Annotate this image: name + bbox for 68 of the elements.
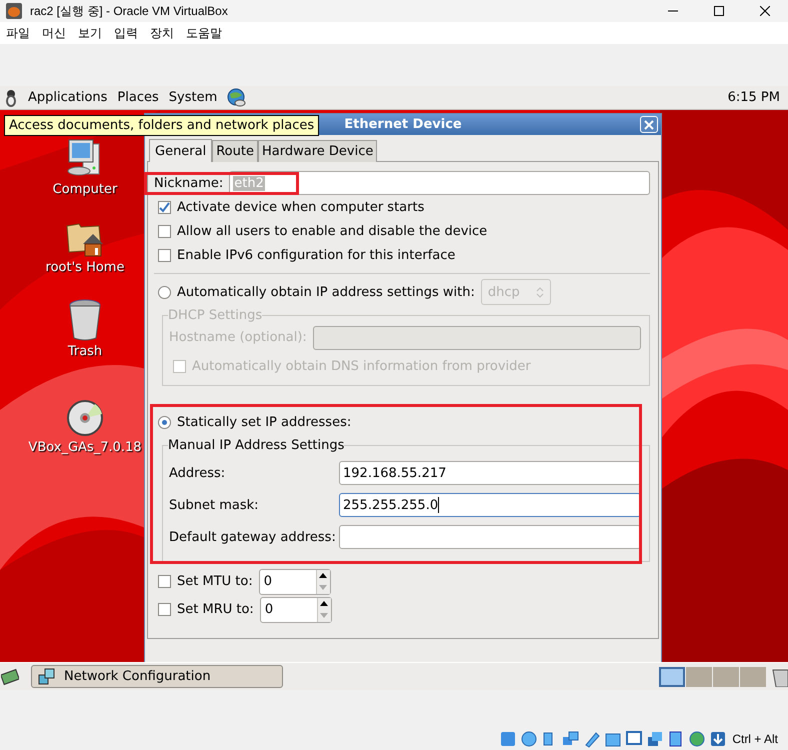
field-label: Nickname:	[154, 176, 224, 191]
menu-item[interactable]: 도움말	[182, 22, 230, 44]
checkbox-label: Allow all users to enable and disable the device	[177, 224, 488, 239]
checkbox[interactable]	[158, 201, 171, 214]
dialog-title: Ethernet Device	[344, 117, 462, 132]
show-desktop-icon[interactable]	[1, 668, 19, 686]
window-title: rac2 [실행 중] - Oracle VM VirtualBox	[30, 2, 229, 20]
spin-field[interactable]: 0	[258, 568, 331, 595]
maximize-icon	[714, 6, 724, 16]
field-label: Hostname (optional):	[169, 330, 307, 346]
radio-button[interactable]	[158, 286, 171, 299]
network-icon[interactable]	[562, 730, 580, 748]
tab[interactable]: Route	[212, 140, 258, 162]
close-icon	[760, 6, 770, 16]
taskbar-button[interactable]: Network Configuration	[31, 665, 283, 688]
icon-label[interactable]: root's Home	[46, 260, 124, 275]
checkbox-label: Enable IPv6 configuration for this interface	[177, 248, 456, 263]
field-label: Default gateway address:	[169, 530, 337, 545]
tab[interactable]: General	[149, 139, 212, 162]
up-arrow-icon[interactable]	[319, 573, 328, 578]
penguin-icon[interactable]	[4, 88, 18, 106]
app-icon	[6, 3, 22, 19]
checkbox[interactable]	[158, 603, 171, 616]
tooltip: Access documents, folders and network places	[4, 115, 320, 136]
spin-field[interactable]: 0	[260, 596, 332, 623]
spinner-arrows-icon	[536, 286, 544, 298]
checkbox[interactable]	[158, 248, 171, 262]
checkbox-label: Activate device when computer starts	[177, 200, 424, 216]
menu-item[interactable]: 머신	[38, 22, 74, 44]
group-title: DHCP Settings	[168, 308, 262, 323]
trash-icon[interactable]	[67, 298, 103, 342]
clock[interactable]: 6:15 PM	[728, 90, 782, 105]
icon-label[interactable]: Computer	[52, 182, 118, 197]
tab[interactable]: Hardware Device	[258, 140, 378, 162]
display-icon[interactable]	[625, 730, 644, 748]
ip-field[interactable]: 192.168.55.217	[339, 461, 641, 486]
menu-item[interactable]: 장치	[146, 22, 182, 44]
workspace-button[interactable]	[659, 666, 685, 686]
radio-label: Automatically obtain IP address settings with:	[177, 284, 475, 300]
checkbox[interactable]	[158, 575, 171, 588]
checkbox-label: Set MTU to:	[177, 574, 253, 590]
icon-label[interactable]: VBox_GAs_7.0.18	[28, 440, 142, 455]
disc-icon[interactable]	[65, 398, 105, 438]
windows-icon[interactable]	[646, 730, 664, 748]
network-icon	[38, 668, 56, 686]
radio-label: Statically set IP addresses:	[177, 415, 352, 430]
group-title: Manual IP Address Settings	[168, 438, 344, 454]
up-arrow-icon[interactable]	[320, 601, 328, 606]
icon-label[interactable]: Trash	[68, 344, 102, 359]
close-icon	[644, 120, 654, 130]
ip-field[interactable]	[339, 525, 641, 550]
radio-button[interactable]	[158, 416, 171, 430]
field-label: Subnet mask:	[169, 498, 260, 513]
menu-item[interactable]: 보기	[74, 22, 110, 44]
panel-menu[interactable]: Applications	[28, 90, 108, 105]
menu-item[interactable]: 파일	[2, 22, 38, 44]
ip-field[interactable]: 255.255.255.0	[339, 493, 641, 518]
checkbox-label: Set MRU to:	[177, 602, 254, 618]
menu-item[interactable]: 입력	[110, 22, 146, 44]
checkbox[interactable]	[158, 225, 171, 238]
globe-icon[interactable]	[225, 88, 248, 108]
trash-icon[interactable]	[772, 666, 788, 686]
host-key-label: Ctrl + Alt	[732, 732, 778, 746]
checkbox-label: Automatically obtain DNS information from provider	[192, 359, 531, 374]
panel-menu[interactable]: Places	[117, 90, 159, 105]
panel-menu[interactable]: System	[168, 90, 218, 105]
field-label: Address:	[169, 466, 226, 481]
download-icon[interactable]	[709, 730, 728, 748]
